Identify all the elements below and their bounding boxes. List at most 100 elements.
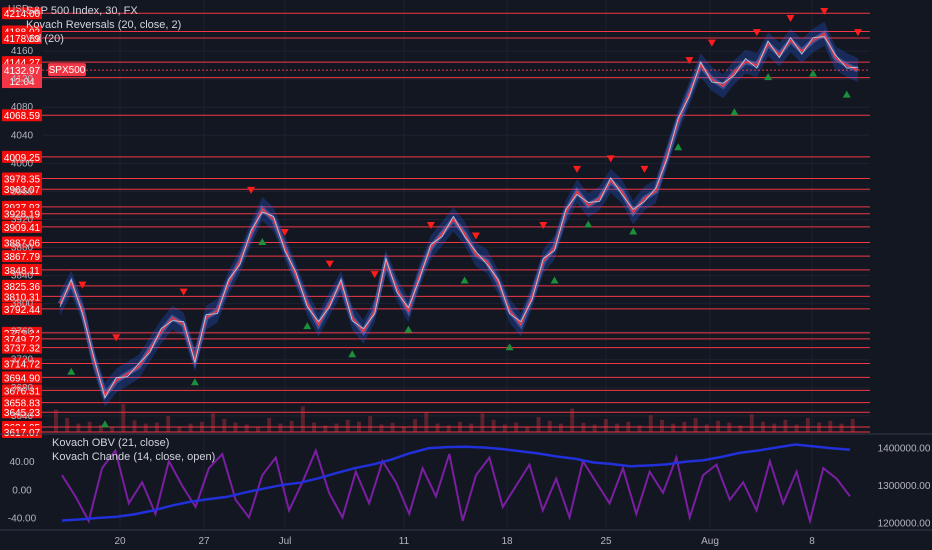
volume-bar bbox=[188, 423, 193, 432]
chart-title[interactable]: S&P 500 Index, 30, FX bbox=[26, 4, 181, 18]
level-label: 3867.79 bbox=[4, 252, 41, 263]
volume-bar bbox=[491, 419, 496, 432]
price-tick-label: 4040 bbox=[11, 130, 34, 141]
volume-bar bbox=[469, 423, 474, 432]
volume-bar bbox=[525, 426, 530, 432]
volume-bar bbox=[334, 423, 339, 432]
volume-bar bbox=[65, 418, 70, 432]
volume-bar bbox=[143, 423, 148, 432]
volume-bar bbox=[357, 421, 361, 432]
volume-bar bbox=[704, 424, 709, 432]
volume-bar bbox=[87, 421, 92, 432]
volume-bar bbox=[648, 415, 653, 432]
volume-bar bbox=[323, 425, 328, 432]
price-tick-label: 3880 bbox=[11, 243, 34, 254]
time-tick-label: 18 bbox=[501, 536, 513, 547]
indicator-volume[interactable]: Vol (20) bbox=[26, 32, 181, 46]
volume-bar bbox=[502, 424, 507, 432]
volume-bar bbox=[615, 423, 620, 432]
volume-bar bbox=[121, 404, 126, 432]
volume-bar bbox=[54, 409, 58, 432]
volume-bar bbox=[177, 426, 182, 432]
volume-bar bbox=[199, 421, 204, 432]
volume-bar bbox=[738, 425, 743, 432]
volume-bar bbox=[267, 418, 272, 432]
volume-bar bbox=[300, 406, 305, 432]
volume-bar bbox=[278, 423, 283, 432]
main-legend: S&P 500 Index, 30, FX Kovach Reversals (… bbox=[26, 4, 181, 46]
volume-bar bbox=[761, 421, 765, 432]
volume-bar bbox=[413, 418, 418, 432]
price-tick-label: 3960 bbox=[11, 186, 34, 197]
time-tick-label: Aug bbox=[701, 536, 719, 547]
chande-tick-label: -40.00 bbox=[8, 513, 37, 524]
volume-bar bbox=[345, 419, 350, 432]
volume-bar bbox=[289, 420, 294, 432]
chande-tick-label: 40.00 bbox=[9, 457, 34, 468]
volume-bar bbox=[132, 420, 137, 432]
volume-bar bbox=[839, 423, 844, 432]
time-tick-label: 11 bbox=[399, 536, 410, 547]
price-tick-label: 4120 bbox=[11, 74, 34, 85]
price-tick-label: 4000 bbox=[11, 158, 34, 169]
lower-legend: Kovach OBV (21, close) Kovach Chande (14… bbox=[52, 436, 215, 464]
volume-bar bbox=[794, 424, 799, 432]
volume-bar bbox=[424, 412, 429, 432]
volume-bar bbox=[211, 413, 216, 432]
volume-bar bbox=[749, 414, 754, 432]
indicator-kovach-obv[interactable]: Kovach OBV (21, close) bbox=[52, 436, 215, 450]
volume-bar bbox=[660, 419, 664, 432]
symbol-badge: SPX500 bbox=[49, 65, 86, 76]
time-tick-label: 25 bbox=[600, 536, 612, 547]
time-tick-label: 27 bbox=[198, 536, 210, 547]
volume-bar bbox=[222, 418, 227, 432]
volume-bar bbox=[828, 420, 833, 432]
volume-bar bbox=[637, 425, 642, 432]
price-chart[interactable]: 4214.004188.024178.594144.274122.234068.… bbox=[0, 0, 932, 550]
volume-bar bbox=[390, 422, 395, 432]
price-tick-label: 3800 bbox=[11, 299, 34, 310]
volume-bar bbox=[592, 424, 597, 432]
time-tick-label: 20 bbox=[114, 536, 126, 547]
price-tick-label: 4080 bbox=[11, 102, 34, 113]
volume-bar bbox=[166, 416, 171, 432]
indicator-kovach-chande[interactable]: Kovach Chande (14, close, open) bbox=[52, 450, 215, 464]
price-tick-label: 3640 bbox=[11, 411, 34, 422]
price-tick-label: 3920 bbox=[11, 214, 34, 225]
volume-bar bbox=[626, 421, 631, 432]
volume-bar bbox=[805, 418, 810, 432]
volume-bar bbox=[559, 423, 563, 432]
level-label: 3737.32 bbox=[4, 344, 41, 355]
chart-background bbox=[0, 0, 932, 550]
volume-bar bbox=[401, 426, 406, 432]
volume-bar bbox=[312, 422, 317, 432]
volume-bar bbox=[682, 421, 687, 432]
volume-bar bbox=[110, 427, 115, 432]
volume-bar bbox=[716, 420, 721, 432]
price-tick-label: 4160 bbox=[11, 46, 34, 57]
volume-bar bbox=[603, 418, 608, 432]
chande-tick-label: 0.00 bbox=[12, 485, 32, 496]
volume-bar bbox=[480, 413, 485, 432]
volume-bar bbox=[368, 416, 373, 432]
volume-bar bbox=[693, 418, 698, 432]
volume-bar bbox=[244, 424, 249, 432]
time-tick-label: 8 bbox=[809, 536, 815, 547]
obv-tick-label: 1200000.00 bbox=[878, 518, 931, 529]
volume-bar bbox=[155, 422, 159, 432]
indicator-kovach-reversals[interactable]: Kovach Reversals (20, close, 2) bbox=[26, 18, 181, 32]
volume-bar bbox=[817, 422, 822, 432]
volume-bar bbox=[514, 422, 519, 432]
volume-bar bbox=[772, 423, 777, 432]
obv-tick-label: 1300000.00 bbox=[878, 481, 931, 492]
obv-tick-label: 1400000.00 bbox=[878, 443, 931, 454]
volume-bar bbox=[547, 420, 552, 432]
volume-bar bbox=[76, 423, 81, 432]
price-tick-label: 3760 bbox=[11, 327, 34, 338]
volume-bar bbox=[458, 421, 462, 432]
volume-bar bbox=[783, 419, 788, 432]
volume-bar bbox=[570, 408, 575, 432]
volume-bar bbox=[850, 418, 855, 432]
volume-bar bbox=[581, 422, 586, 432]
time-tick-label: Jul bbox=[279, 536, 292, 547]
